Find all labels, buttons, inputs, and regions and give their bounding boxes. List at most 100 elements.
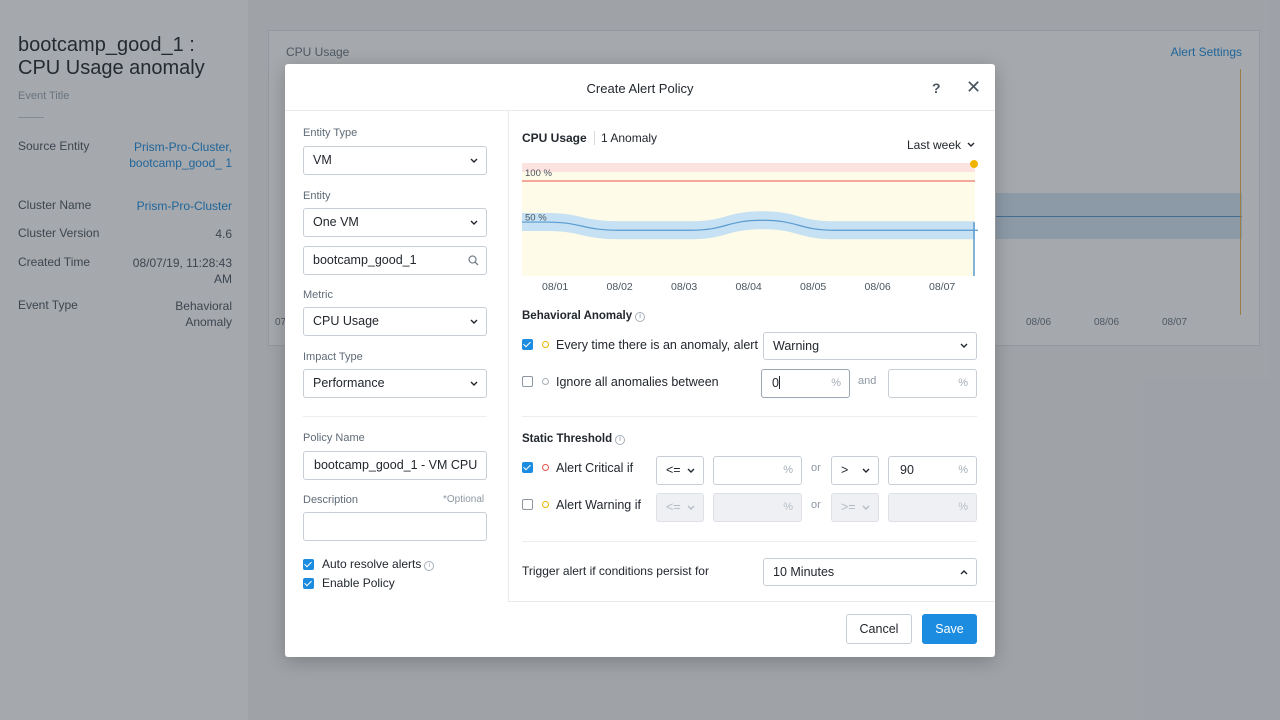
metric-value: CPU Usage [313, 314, 379, 328]
anomaly-count: 1 Anomaly [601, 131, 658, 145]
behavioral-anomaly-title: Behavioral Anomaly i [522, 310, 646, 322]
chevron-down-icon [687, 457, 695, 474]
save-button[interactable]: Save [922, 614, 977, 644]
anomaly-marker-icon [970, 160, 978, 168]
ignore-anomalies-label: Ignore all anomalies between [556, 375, 719, 389]
x-tick-label: 08/01 [542, 281, 568, 293]
operator-value: > [841, 463, 849, 477]
chart-title: CPU Usage [522, 131, 587, 145]
chevron-down-icon [687, 494, 695, 511]
chevron-up-icon [960, 559, 968, 575]
divider [522, 416, 977, 417]
critical-value2: 90 [900, 463, 914, 477]
auto-resolve-label: Auto resolve alerts i [322, 557, 435, 571]
and-label: and [858, 375, 877, 387]
percent-unit: % [831, 377, 841, 389]
percent-unit: % [958, 377, 968, 389]
policy-name-value: bootcamp_good_1 - VM CPU [314, 458, 478, 472]
chevron-down-icon [862, 457, 870, 474]
critical-operator1-select[interactable]: <= [656, 456, 704, 485]
operator-value: <= [666, 463, 681, 477]
chevron-down-icon [960, 333, 968, 349]
policy-name-input[interactable]: bootcamp_good_1 - VM CPU [303, 451, 487, 480]
x-tick-label: 08/07 [929, 281, 955, 293]
warning-value1-input[interactable]: % [713, 493, 802, 522]
chevron-down-icon [470, 209, 478, 226]
entity-select[interactable]: One VM [303, 208, 487, 237]
ignore-from-input[interactable]: 0 % [761, 369, 850, 398]
entity-search-input[interactable]: bootcamp_good_1 [303, 246, 487, 275]
time-range-value: Last week [907, 138, 962, 152]
critical-value1-input[interactable]: % [713, 456, 802, 485]
warning-operator1-select[interactable]: <= [656, 493, 704, 522]
operator-value: <= [666, 500, 681, 514]
x-tick-label: 08/04 [736, 281, 762, 293]
policy-name-label: Policy Name [303, 432, 365, 444]
help-icon[interactable]: ? [932, 80, 941, 96]
create-alert-policy-dialog: Create Alert Policy ? ✕ Entity Type VM E… [285, 64, 995, 657]
divider [303, 416, 487, 417]
chevron-down-icon [470, 147, 478, 164]
alert-warning-label: Alert Warning if [556, 498, 641, 512]
y-label: 50 % [525, 213, 547, 224]
chevron-down-icon [967, 142, 975, 147]
auto-resolve-checkbox[interactable] [303, 559, 314, 570]
alert-warning-checkbox[interactable] [522, 499, 533, 510]
warning-value2-input[interactable]: % [888, 493, 977, 522]
ignore-anomalies-checkbox[interactable] [522, 376, 533, 387]
alert-critical-checkbox[interactable] [522, 462, 533, 473]
warning-dot-icon [542, 501, 549, 508]
column-divider [508, 111, 509, 601]
dialog-header: Create Alert Policy ? ✕ [285, 64, 995, 111]
y-label: 100 % [525, 168, 552, 179]
or-label: or [811, 499, 821, 511]
percent-unit: % [783, 501, 793, 513]
entity-type-value: VM [313, 153, 332, 167]
anomaly-severity-select[interactable]: Warning [763, 332, 977, 360]
warning-operator2-select[interactable]: >= [831, 493, 879, 522]
percent-unit: % [958, 501, 968, 513]
cpu-usage-chart: 100 % 50 % 08/01 08/02 08/03 08/04 08/05 08/06 0… [522, 160, 978, 293]
status-dot-icon [542, 378, 549, 385]
anomaly-severity-value: Warning [773, 339, 820, 353]
percent-unit: % [783, 464, 793, 476]
critical-operator2-select[interactable]: > [831, 456, 879, 485]
divider [594, 131, 595, 145]
entity-value: One VM [313, 215, 359, 229]
metric-select[interactable]: CPU Usage [303, 307, 487, 336]
chevron-down-icon [470, 308, 478, 325]
x-tick-label: 08/02 [607, 281, 633, 293]
chevron-down-icon [862, 494, 870, 511]
text-cursor [778, 376, 780, 389]
static-threshold-title: Static Threshold i [522, 433, 626, 445]
close-icon[interactable]: ✕ [966, 77, 981, 98]
description-label: Description [303, 494, 359, 506]
ignore-to-input[interactable]: % [888, 369, 977, 398]
anomaly-alert-checkbox[interactable] [522, 339, 533, 350]
percent-unit: % [958, 464, 968, 476]
x-tick-label: 08/03 [671, 281, 697, 293]
anomaly-alert-label: Every time there is an anomaly, alert [556, 338, 758, 352]
enable-policy-label: Enable Policy [322, 576, 395, 590]
cancel-button[interactable]: Cancel [846, 614, 912, 644]
trigger-duration-select[interactable]: 10 Minutes [763, 558, 977, 586]
info-icon[interactable]: i [635, 312, 646, 322]
trigger-duration-value: 10 Minutes [773, 565, 835, 579]
critical-band [522, 163, 975, 172]
impact-type-select[interactable]: Performance [303, 369, 487, 398]
or-label: or [811, 462, 821, 474]
enable-policy-checkbox[interactable] [303, 578, 314, 589]
operator-value: >= [841, 500, 856, 514]
critical-value2-input[interactable]: 90 % [888, 456, 977, 485]
description-input[interactable] [303, 512, 487, 541]
entity-type-select[interactable]: VM [303, 146, 487, 175]
alert-critical-label: Alert Critical if [556, 461, 634, 475]
x-tick-label: 08/06 [865, 281, 891, 293]
dialog-title: Create Alert Policy [586, 81, 694, 96]
info-icon[interactable]: i [424, 561, 435, 571]
time-range-select[interactable]: Last week [907, 138, 975, 152]
divider [508, 601, 995, 602]
impact-type-label: Impact Type [303, 351, 363, 363]
info-icon[interactable]: i [615, 435, 626, 445]
search-icon [468, 247, 479, 266]
